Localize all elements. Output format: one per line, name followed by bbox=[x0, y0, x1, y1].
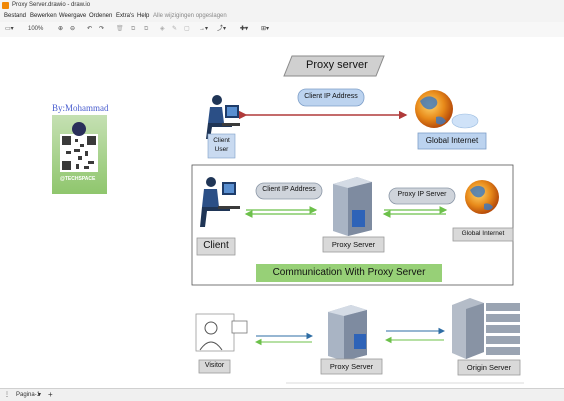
format-panel-icon[interactable]: ▭▾ bbox=[5, 22, 14, 37]
connection-icon[interactable]: →▾ bbox=[199, 22, 208, 37]
menu-extras[interactable]: Extra's bbox=[116, 11, 134, 22]
table-icon[interactable]: ⊞▾ bbox=[261, 22, 269, 37]
middle-proxy-server-icon bbox=[333, 177, 372, 236]
zoom-select[interactable]: 100% bbox=[28, 22, 43, 37]
middle-internet-label: Global Internet bbox=[461, 230, 505, 237]
menu-weergave[interactable]: Weergave bbox=[59, 11, 86, 22]
bottom-proxy-server-icon bbox=[328, 305, 367, 361]
waypoints-icon[interactable]: ⤴▾ bbox=[217, 22, 226, 37]
shadow-icon[interactable]: ▢ bbox=[184, 22, 190, 37]
middle-proxy-ip-label: Proxy IP Server bbox=[397, 191, 447, 198]
qr-caption: @TECHSPACE bbox=[60, 176, 96, 182]
middle-proxy-label: Proxy Server bbox=[331, 240, 376, 249]
bottom-proxy-label: Proxy Server bbox=[329, 362, 374, 371]
top-client-label: Client User bbox=[213, 137, 230, 153]
page-footer: ⋮ Pagina-1 ▾ + bbox=[0, 388, 564, 401]
menu-bewerken[interactable]: Bewerken bbox=[30, 11, 57, 22]
to-back-icon[interactable]: ⧉ bbox=[144, 22, 148, 37]
insert-icon[interactable]: ✚▾ bbox=[240, 22, 248, 37]
menu-bar: Bestand Bewerken Weergave Ordenen Extra'… bbox=[0, 11, 564, 22]
fill-color-icon[interactable]: ◈ bbox=[160, 22, 165, 37]
middle-client-ip-label: Client IP Address bbox=[262, 186, 316, 193]
line-color-icon[interactable]: ✎ bbox=[172, 22, 177, 37]
diagram-svg bbox=[52, 55, 524, 384]
visitor-icon bbox=[195, 313, 248, 352]
middle-client-icon bbox=[200, 177, 240, 227]
redo-icon[interactable]: ↷ bbox=[99, 22, 104, 37]
origin-server-label: Origin Server bbox=[466, 363, 512, 372]
window-title: Proxy Server.drawio - draw.io bbox=[12, 2, 91, 8]
client-user-icon bbox=[206, 95, 240, 139]
qr-logo bbox=[72, 122, 86, 136]
pages-menu-icon[interactable]: ⋮ bbox=[4, 389, 10, 401]
visitor-label: Visitor bbox=[204, 362, 225, 369]
diagram-title: Proxy server bbox=[306, 59, 368, 71]
diagram-canvas[interactable]: Proxy server By:Mohammad @TECHSPACE Clie… bbox=[0, 37, 564, 388]
origin-server-rack-icon bbox=[452, 298, 520, 359]
top-cloud-icon bbox=[451, 113, 479, 129]
author-label: By:Mohammad bbox=[52, 103, 109, 113]
menu-ordenen[interactable]: Ordenen bbox=[89, 11, 112, 22]
save-status: Alle wijzigingen opgeslagen bbox=[153, 13, 227, 19]
add-page-icon[interactable]: + bbox=[48, 389, 53, 401]
page-tab[interactable]: Pagina-1 bbox=[16, 389, 40, 401]
top-ip-label: Client IP Address bbox=[304, 93, 358, 100]
delete-icon[interactable]: 🗑 bbox=[116, 22, 124, 37]
caption-label: Communication With Proxy Server bbox=[272, 267, 426, 278]
menu-bestand[interactable]: Bestand bbox=[4, 11, 26, 22]
zoom-in-icon[interactable]: ⊕ bbox=[58, 22, 63, 37]
middle-client-label: Client bbox=[203, 240, 229, 251]
page-tab-chevron-icon[interactable]: ▾ bbox=[38, 389, 41, 401]
to-front-icon[interactable]: ⧉ bbox=[131, 22, 135, 37]
window-titlebar: Proxy Server.drawio - draw.io bbox=[0, 0, 564, 11]
menu-help[interactable]: Help bbox=[137, 11, 149, 22]
toolbar: ▭▾ 100% ⊕ ⊖ ↶ ↷ 🗑 ⧉ ⧉ ◈ ✎ ▢ →▾ ⤴▾ ✚▾ ⊞▾ bbox=[0, 22, 564, 38]
undo-icon[interactable]: ↶ bbox=[87, 22, 92, 37]
top-internet-label: Global Internet bbox=[425, 136, 479, 145]
middle-globe-icon bbox=[465, 180, 499, 214]
zoom-out-icon[interactable]: ⊖ bbox=[70, 22, 75, 37]
top-globe-icon bbox=[415, 90, 453, 128]
drawio-app-icon bbox=[2, 2, 9, 9]
